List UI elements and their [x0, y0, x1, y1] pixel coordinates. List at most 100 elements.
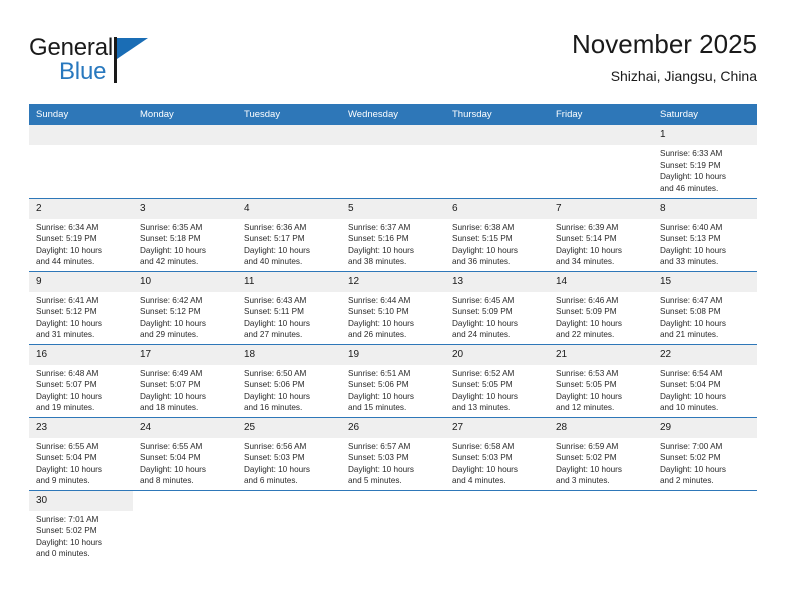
- daylight-text-line2: and 27 minutes.: [244, 330, 303, 340]
- daylight-text-line2: and 22 minutes.: [556, 330, 615, 340]
- daylight-text-line2: and 4 minutes.: [452, 476, 506, 486]
- calendar-day-cell[interactable]: 11 Sunrise: 6:43 AM Sunset: 5:11 PM Dayligh…: [237, 270, 341, 344]
- weekday-header-sunday: Sunday: [29, 104, 133, 125]
- calendar-day-cell[interactable]: 29 Sunrise: 7:00 AM Sunset: 5:02 PM Dayligh…: [653, 416, 757, 490]
- calendar-day-cell[interactable]: 10 Sunrise: 6:42 AM Sunset: 5:12 PM Dayligh…: [133, 270, 237, 344]
- sunrise-text: Sunrise: 6:46 AM: [556, 295, 619, 305]
- day-sun-info: Sunrise: 6:51 AM Sunset: 5:06 PM Daylight:…: [341, 365, 445, 414]
- calendar-day-cell[interactable]: 1 Sunrise: 6:33 AM Sunset: 5:19 PM Daylight…: [653, 125, 757, 198]
- day-number: 6: [445, 198, 549, 219]
- calendar-week-row: 23 Sunrise: 6:55 AM Sunset: 5:04 PM Dayligh…: [29, 416, 757, 490]
- calendar-day-cell[interactable]: 28 Sunrise: 6:59 AM Sunset: 5:02 PM Dayligh…: [549, 416, 653, 490]
- calendar-cell-empty: [445, 125, 549, 198]
- calendar-day-cell[interactable]: 24 Sunrise: 6:55 AM Sunset: 5:04 PM Dayligh…: [133, 416, 237, 490]
- calendar-day-cell[interactable]: 19 Sunrise: 6:51 AM Sunset: 5:06 PM Dayligh…: [341, 343, 445, 417]
- day-sun-info: Sunrise: 6:49 AM Sunset: 5:07 PM Daylight:…: [133, 365, 237, 414]
- daylight-text-line1: Daylight: 10 hours: [452, 391, 518, 401]
- sunrise-text: Sunrise: 6:48 AM: [36, 368, 99, 378]
- day-number: 30: [29, 490, 133, 511]
- day-number: 27: [445, 417, 549, 438]
- calendar-day-cell[interactable]: 2 Sunrise: 6:34 AM Sunset: 5:19 PM Daylight…: [29, 197, 133, 271]
- page-subtitle: Shizhai, Jiangsu, China: [610, 68, 757, 84]
- calendar-day-cell[interactable]: 25 Sunrise: 6:56 AM Sunset: 5:03 PM Dayligh…: [237, 416, 341, 490]
- sunset-text: Sunset: 5:06 PM: [348, 380, 409, 390]
- logo-text-blue: Blue: [59, 58, 107, 85]
- calendar-day-cell[interactable]: 22 Sunrise: 6:54 AM Sunset: 5:04 PM Dayligh…: [653, 343, 757, 417]
- sunset-text: Sunset: 5:13 PM: [660, 234, 721, 244]
- title-block: November 2025 Shizhai, Jiangsu, China: [572, 28, 757, 86]
- daylight-text-line1: Daylight: 10 hours: [36, 245, 102, 255]
- calendar-day-cell[interactable]: 27 Sunrise: 6:58 AM Sunset: 5:03 PM Dayligh…: [445, 416, 549, 490]
- weekday-header-row: Sunday Monday Tuesday Wednesday Thursday…: [29, 104, 757, 125]
- day-number: 9: [29, 271, 133, 292]
- sunrise-text: Sunrise: 6:36 AM: [244, 222, 307, 232]
- day-sun-info: Sunrise: 6:58 AM Sunset: 5:03 PM Daylight:…: [445, 438, 549, 487]
- sunrise-text: Sunrise: 6:58 AM: [452, 441, 515, 451]
- daylight-text-line2: and 2 minutes.: [660, 476, 714, 486]
- sunset-text: Sunset: 5:14 PM: [556, 234, 617, 244]
- calendar-day-cell[interactable]: 9 Sunrise: 6:41 AM Sunset: 5:12 PM Daylight…: [29, 270, 133, 344]
- daylight-text-line2: and 15 minutes.: [348, 403, 407, 413]
- sunset-text: Sunset: 5:05 PM: [452, 380, 513, 390]
- day-number: 22: [653, 344, 757, 365]
- calendar-day-cell[interactable]: 8 Sunrise: 6:40 AM Sunset: 5:13 PM Daylight…: [653, 197, 757, 271]
- sunrise-text: Sunrise: 6:53 AM: [556, 368, 619, 378]
- daylight-text-line1: Daylight: 10 hours: [660, 318, 726, 328]
- calendar-day-cell[interactable]: 20 Sunrise: 6:52 AM Sunset: 5:05 PM Dayligh…: [445, 343, 549, 417]
- calendar-day-cell[interactable]: 18 Sunrise: 6:50 AM Sunset: 5:06 PM Dayligh…: [237, 343, 341, 417]
- calendar-cell-blank: [653, 489, 757, 563]
- daylight-text-line1: Daylight: 10 hours: [556, 391, 622, 401]
- calendar-day-cell[interactable]: 13 Sunrise: 6:45 AM Sunset: 5:09 PM Dayligh…: [445, 270, 549, 344]
- general-blue-logo[interactable]: General Blue: [29, 34, 239, 90]
- calendar-day-cell[interactable]: 14 Sunrise: 6:46 AM Sunset: 5:09 PM Dayligh…: [549, 270, 653, 344]
- calendar-day-cell[interactable]: 30 Sunrise: 7:01 AM Sunset: 5:02 PM Dayligh…: [29, 489, 133, 563]
- day-number: 4: [237, 198, 341, 219]
- day-number: 20: [445, 344, 549, 365]
- daylight-text-line2: and 21 minutes.: [660, 330, 719, 340]
- sunset-text: Sunset: 5:18 PM: [140, 234, 201, 244]
- day-sun-info: Sunrise: 6:59 AM Sunset: 5:02 PM Daylight:…: [549, 438, 653, 487]
- calendar-day-cell[interactable]: 26 Sunrise: 6:57 AM Sunset: 5:03 PM Dayligh…: [341, 416, 445, 490]
- sunrise-text: Sunrise: 6:49 AM: [140, 368, 203, 378]
- daylight-text-line1: Daylight: 10 hours: [660, 172, 726, 182]
- calendar-day-cell[interactable]: 16 Sunrise: 6:48 AM Sunset: 5:07 PM Dayligh…: [29, 343, 133, 417]
- sunrise-text: Sunrise: 6:45 AM: [452, 295, 515, 305]
- day-sun-info: Sunrise: 6:47 AM Sunset: 5:08 PM Daylight:…: [653, 292, 757, 341]
- sunrise-text: Sunrise: 6:43 AM: [244, 295, 307, 305]
- daylight-text-line2: and 0 minutes.: [36, 549, 90, 559]
- sunrise-text: Sunrise: 6:54 AM: [660, 368, 723, 378]
- sunset-text: Sunset: 5:19 PM: [36, 234, 97, 244]
- calendar-day-cell[interactable]: 4 Sunrise: 6:36 AM Sunset: 5:17 PM Daylight…: [237, 197, 341, 271]
- calendar-day-cell[interactable]: 12 Sunrise: 6:44 AM Sunset: 5:10 PM Dayligh…: [341, 270, 445, 344]
- sunset-text: Sunset: 5:11 PM: [244, 307, 304, 317]
- day-sun-info: Sunrise: 6:48 AM Sunset: 5:07 PM Daylight:…: [29, 365, 133, 414]
- calendar-day-cell[interactable]: 21 Sunrise: 6:53 AM Sunset: 5:05 PM Dayligh…: [549, 343, 653, 417]
- sunset-text: Sunset: 5:16 PM: [348, 234, 409, 244]
- daylight-text-line1: Daylight: 10 hours: [348, 464, 414, 474]
- sunset-text: Sunset: 5:03 PM: [348, 453, 409, 463]
- calendar-day-cell[interactable]: 3 Sunrise: 6:35 AM Sunset: 5:18 PM Daylight…: [133, 197, 237, 271]
- calendar-cell-blank: [133, 489, 237, 563]
- calendar-cell-empty: [549, 125, 653, 198]
- calendar-day-cell[interactable]: 15 Sunrise: 6:47 AM Sunset: 5:08 PM Dayligh…: [653, 270, 757, 344]
- sunset-text: Sunset: 5:08 PM: [660, 307, 721, 317]
- day-number: 24: [133, 417, 237, 438]
- calendar-day-cell[interactable]: 7 Sunrise: 6:39 AM Sunset: 5:14 PM Daylight…: [549, 197, 653, 271]
- sunrise-text: Sunrise: 6:52 AM: [452, 368, 515, 378]
- calendar-day-cell[interactable]: 5 Sunrise: 6:37 AM Sunset: 5:16 PM Daylight…: [341, 197, 445, 271]
- day-sun-info: Sunrise: 6:54 AM Sunset: 5:04 PM Daylight:…: [653, 365, 757, 414]
- daylight-text-line2: and 31 minutes.: [36, 330, 95, 340]
- page-header: General Blue November 2025 Shizhai, Jian…: [29, 28, 757, 98]
- sunrise-text: Sunrise: 6:39 AM: [556, 222, 619, 232]
- daylight-text-line1: Daylight: 10 hours: [452, 464, 518, 474]
- calendar-day-cell[interactable]: 23 Sunrise: 6:55 AM Sunset: 5:04 PM Dayligh…: [29, 416, 133, 490]
- sunrise-text: Sunrise: 6:37 AM: [348, 222, 411, 232]
- day-number: 17: [133, 344, 237, 365]
- daylight-text-line2: and 26 minutes.: [348, 330, 407, 340]
- day-number: 18: [237, 344, 341, 365]
- calendar-day-cell[interactable]: 6 Sunrise: 6:38 AM Sunset: 5:15 PM Daylight…: [445, 197, 549, 271]
- daylight-text-line2: and 33 minutes.: [660, 257, 719, 267]
- day-sun-info: Sunrise: 6:35 AM Sunset: 5:18 PM Daylight:…: [133, 219, 237, 268]
- sunrise-text: Sunrise: 6:38 AM: [452, 222, 515, 232]
- calendar-day-cell[interactable]: 17 Sunrise: 6:49 AM Sunset: 5:07 PM Dayligh…: [133, 343, 237, 417]
